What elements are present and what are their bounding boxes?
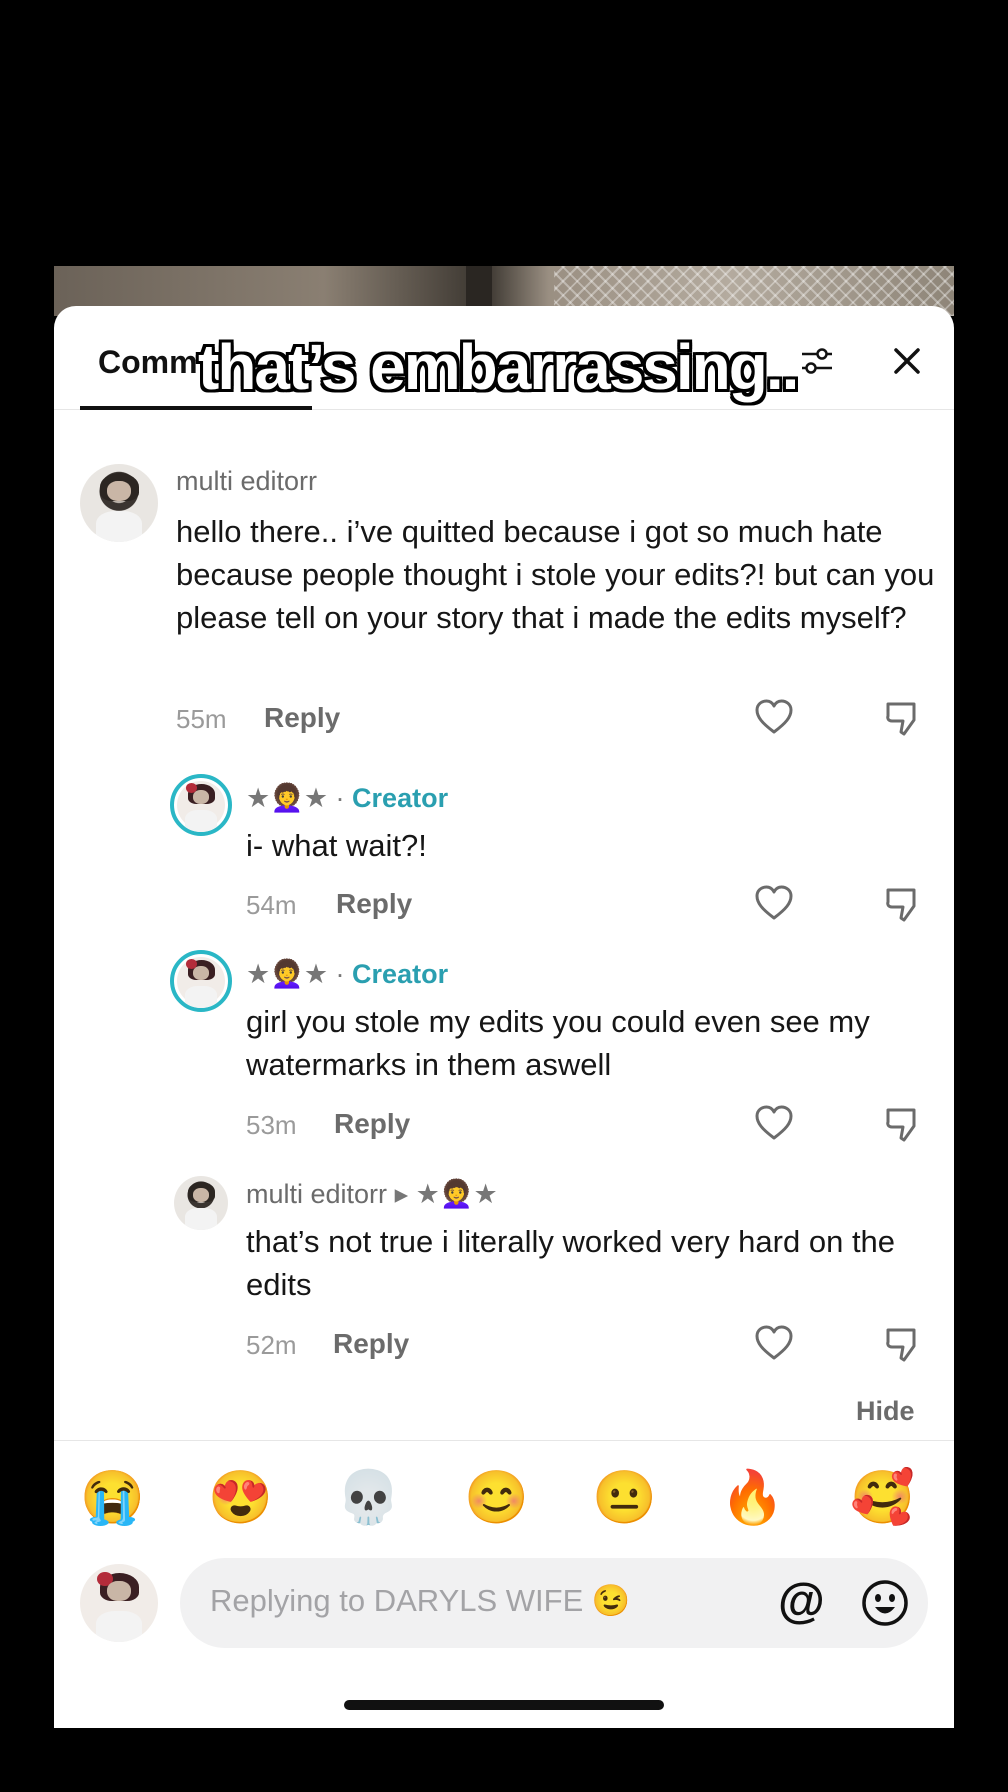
filter-icon[interactable] — [800, 346, 834, 378]
emoji-smiling-hearts[interactable]: 🥰 — [850, 1466, 915, 1530]
heart-icon[interactable] — [754, 1324, 794, 1362]
tab-comments[interactable]: Comm — [98, 344, 198, 381]
close-icon[interactable] — [886, 340, 928, 382]
reply-button[interactable]: Reply — [336, 888, 412, 920]
reply-to-label: ▸ ★👩‍🦱★ — [394, 1179, 498, 1209]
comment-text: girl you stole my edits you could even s… — [246, 1004, 870, 1082]
username-text: multi editorr — [246, 1179, 388, 1209]
comment-username[interactable]: multi editorr — [176, 466, 317, 497]
comment-username[interactable]: ★👩‍🦱★ · Creator — [246, 958, 448, 990]
comment-text: hello there.. i’ve quitted because i got… — [176, 514, 935, 635]
current-user-avatar — [80, 1564, 158, 1642]
comment-time: 53m — [246, 1110, 297, 1140]
tab-underline — [80, 406, 312, 410]
emoji-quick-bar: 😭 😍 💀 😊 😐 🔥 🥰 — [80, 1466, 940, 1542]
emoji-smile[interactable]: 😊 — [464, 1466, 529, 1530]
emoji-heart-eyes[interactable]: 😍 — [208, 1466, 273, 1530]
comment-text: i- what wait?! — [246, 828, 427, 863]
hide-replies-button[interactable]: Hide — [856, 1396, 915, 1427]
heart-icon[interactable] — [754, 698, 794, 736]
dislike-icon[interactable] — [884, 886, 922, 924]
smile-icon[interactable] — [860, 1578, 910, 1628]
heart-icon[interactable] — [754, 1104, 794, 1142]
reply-button[interactable]: Reply — [334, 1108, 410, 1140]
comments-sheet: Comm multi editorr hello there.. i’ve qu… — [54, 306, 954, 1728]
at-icon[interactable]: @ — [778, 1576, 825, 1628]
comment-time: 52m — [246, 1330, 297, 1360]
video-caption-overlay: that’s embarrassing.. — [198, 331, 799, 403]
comment-input-placeholder: Replying to DARYLS WIFE 😉 — [210, 1583, 631, 1618]
reply-button[interactable]: Reply — [333, 1328, 409, 1360]
emoji-fire[interactable]: 🔥 — [720, 1466, 785, 1530]
comment-username[interactable]: multi editorr ▸ ★👩‍🦱★ — [246, 1178, 498, 1210]
username-stars: ★👩‍🦱★ · — [246, 783, 345, 813]
creator-badge: Creator — [352, 959, 449, 989]
comment-time: 55m — [176, 704, 227, 734]
avatar[interactable] — [174, 1176, 228, 1230]
home-indicator — [344, 1700, 664, 1710]
emoji-neutral[interactable]: 😐 — [592, 1466, 657, 1530]
comment-input[interactable]: Replying to DARYLS WIFE 😉 @ — [180, 1558, 928, 1648]
divider — [54, 1440, 954, 1441]
comment-username[interactable]: ★👩‍🦱★ · Creator — [246, 782, 448, 814]
avatar[interactable] — [170, 774, 232, 836]
emoji-crying[interactable]: 😭 — [80, 1466, 145, 1530]
heart-icon[interactable] — [754, 884, 794, 922]
dislike-icon[interactable] — [884, 1326, 922, 1364]
reply-button[interactable]: Reply — [264, 702, 340, 734]
comment-text: that’s not true i literally worked very … — [246, 1224, 896, 1302]
dislike-icon[interactable] — [884, 1106, 922, 1144]
dislike-icon[interactable] — [884, 700, 922, 738]
avatar[interactable] — [170, 950, 232, 1012]
emoji-skull[interactable]: 💀 — [336, 1466, 401, 1530]
avatar[interactable] — [80, 464, 158, 542]
username-stars: ★👩‍🦱★ · — [246, 959, 345, 989]
creator-badge: Creator — [352, 783, 449, 813]
comment-time: 54m — [246, 890, 297, 920]
